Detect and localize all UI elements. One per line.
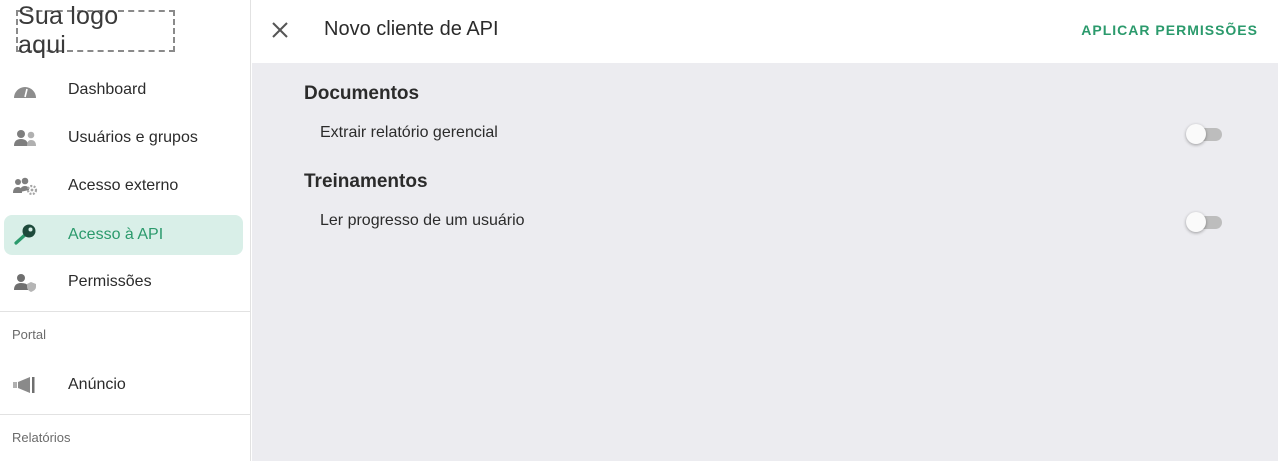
- sidebar-item-api-access[interactable]: Acesso à API: [4, 215, 243, 255]
- permissions-panel: Documentos Extrair relatório gerencial T…: [252, 63, 1278, 461]
- sidebar-section-title-portal: Portal: [12, 327, 46, 342]
- megaphone-icon: [12, 373, 38, 397]
- sidebar-divider: [0, 311, 251, 312]
- toggle-thumb: [1186, 124, 1206, 144]
- permission-toggle-read-progress[interactable]: [1186, 212, 1224, 232]
- key-icon: [12, 223, 38, 247]
- sidebar-item-announcement[interactable]: Anúncio: [4, 365, 243, 405]
- dialog-header: Novo cliente de API APLICAR PERMISSÕES: [252, 0, 1278, 63]
- toggle-thumb: [1186, 212, 1206, 232]
- permission-label: Ler progresso de um usuário: [320, 212, 525, 229]
- permission-label: Extrair relatório gerencial: [320, 124, 498, 141]
- apply-permissions-button[interactable]: APLICAR PERMISSÕES: [1081, 22, 1258, 38]
- page-title: Novo cliente de API: [324, 18, 499, 40]
- app-root: Sua logo aqui Dashboard Usuários e grupo…: [0, 0, 1278, 461]
- sidebar-item-external-access[interactable]: Acesso externo: [4, 166, 243, 206]
- sidebar-item-label: Permissões: [68, 273, 152, 290]
- permission-group-title-documents: Documentos: [304, 83, 420, 104]
- sidebar: Sua logo aqui Dashboard Usuários e grupo…: [0, 0, 251, 461]
- close-button[interactable]: [268, 20, 292, 44]
- sidebar-section-title-reports: Relatórios: [12, 430, 71, 445]
- sidebar-item-permissions[interactable]: Permissões: [4, 262, 243, 302]
- sidebar-item-label: Acesso à API: [68, 226, 164, 243]
- users-group-icon: [12, 126, 38, 150]
- sidebar-item-users-groups[interactable]: Usuários e grupos: [4, 118, 243, 158]
- logo-placeholder[interactable]: Sua logo aqui: [16, 2, 175, 59]
- permission-row: Extrair relatório gerencial: [304, 119, 1224, 149]
- permission-toggle-extract-report[interactable]: [1186, 124, 1224, 144]
- users-gear-icon: [12, 174, 38, 198]
- sidebar-item-label: Dashboard: [68, 81, 147, 98]
- sidebar-item-dashboard[interactable]: Dashboard: [4, 70, 243, 110]
- sidebar-item-label: Anúncio: [68, 376, 126, 393]
- sidebar-item-label: Acesso externo: [68, 177, 179, 194]
- permission-row: Ler progresso de um usuário: [304, 207, 1224, 237]
- permission-group-title-trainings: Treinamentos: [304, 171, 428, 192]
- close-icon: [271, 21, 289, 44]
- sidebar-divider: [0, 414, 251, 415]
- dashboard-gauge-icon: [12, 78, 38, 102]
- sidebar-item-label: Usuários e grupos: [68, 129, 198, 146]
- user-shield-icon: [12, 270, 38, 294]
